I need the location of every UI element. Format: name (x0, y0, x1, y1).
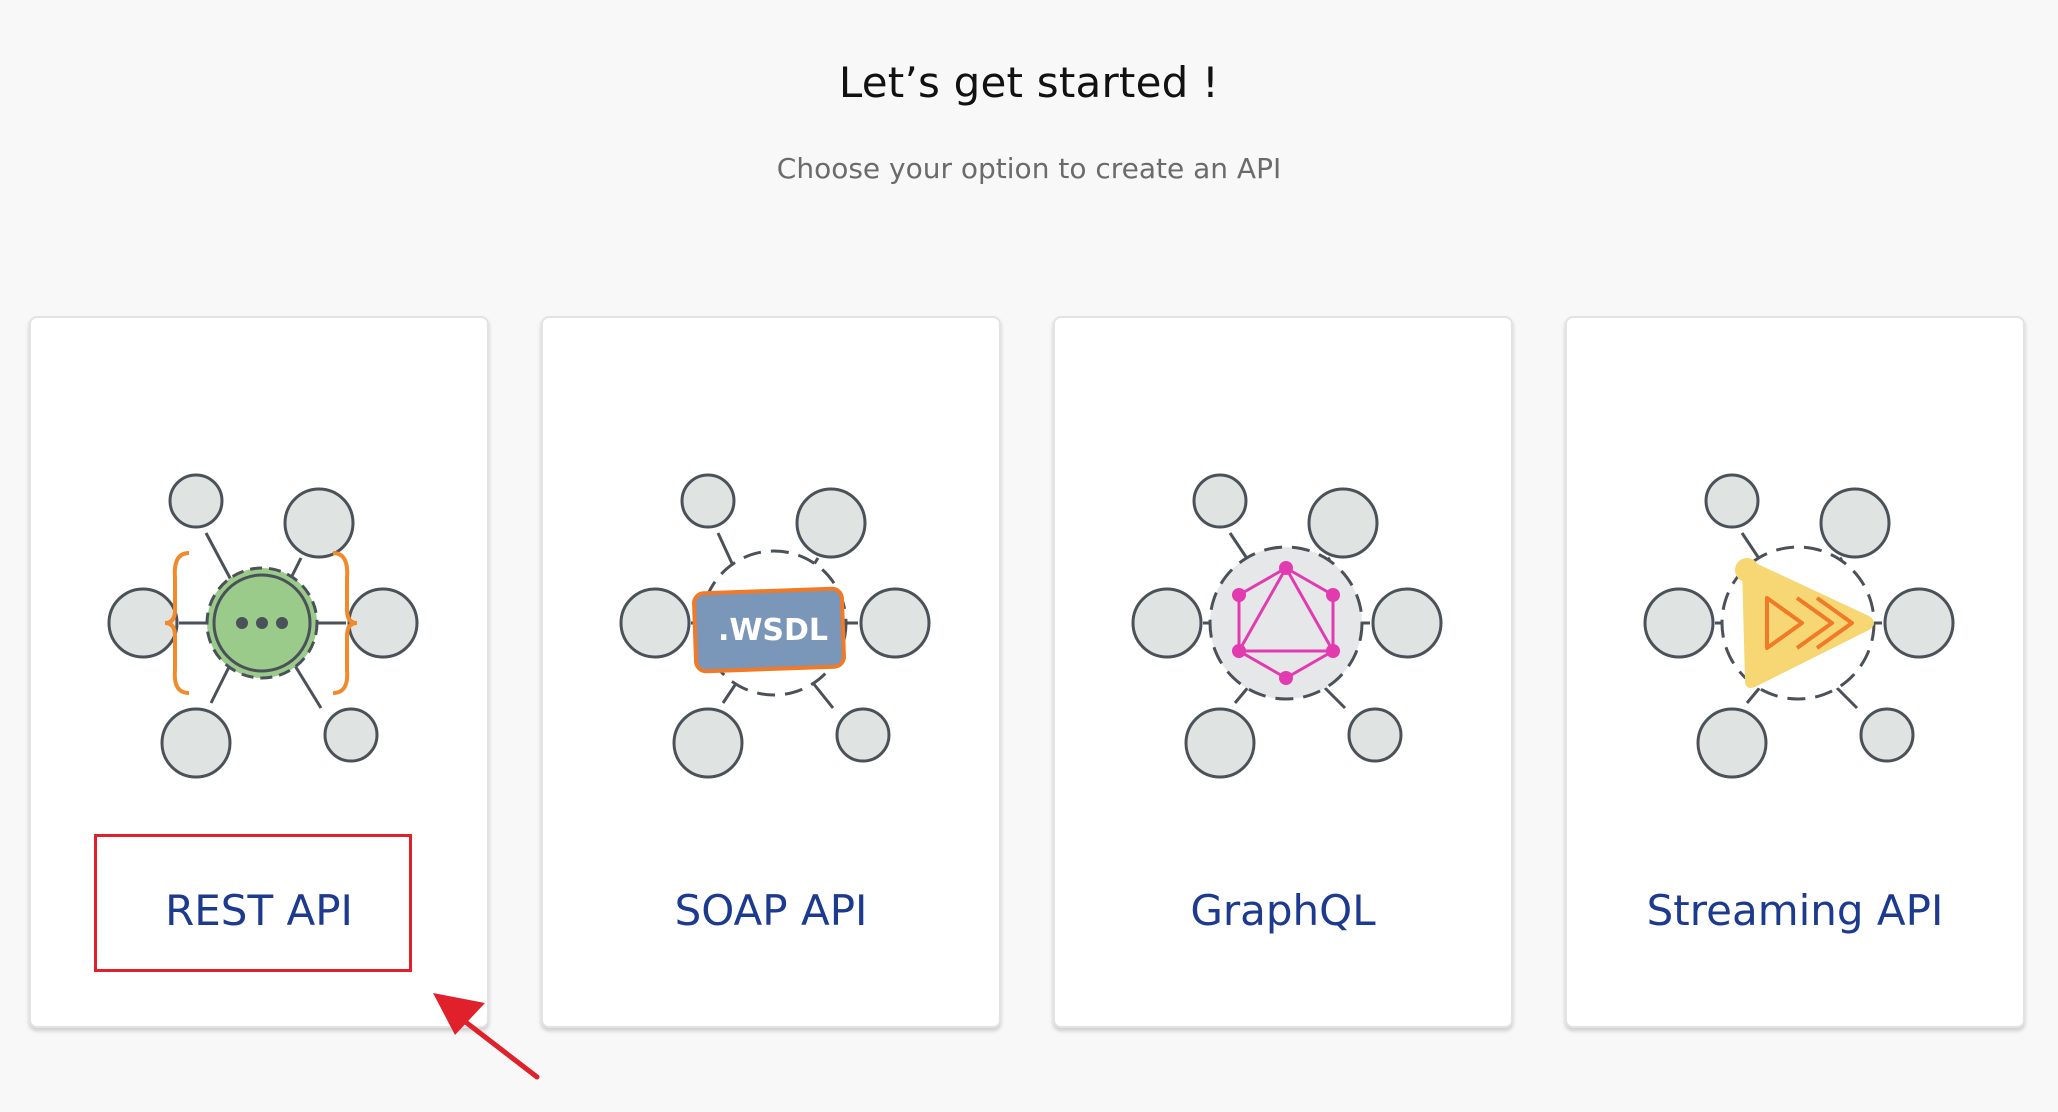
red-arrow-icon (433, 993, 540, 1080)
soap-api-card[interactable]: .WSDL SOAP API (541, 316, 1001, 1028)
rest-api-highlight-box (94, 834, 412, 972)
wsdl-badge-text: .WSDL (718, 613, 828, 648)
page-title: Let’s get started ! (838, 58, 1220, 107)
streaming-icon (1643, 473, 1955, 779)
soap-api-label: SOAP API (674, 886, 868, 935)
streaming-api-label: Streaming API (1646, 886, 1944, 935)
streaming-api-card[interactable]: Streaming API (1565, 316, 2025, 1028)
graphql-label: GraphQL (1190, 886, 1376, 935)
page-subtitle: Choose your option to create an API (776, 152, 1282, 185)
graphql-icon (1131, 473, 1443, 779)
rest-api-icon (107, 473, 419, 779)
graphql-card[interactable]: GraphQL (1053, 316, 1513, 1028)
soap-wsdl-icon: .WSDL (619, 473, 931, 779)
create-api-page: Let’s get started ! Choose your option t… (0, 0, 2058, 1112)
